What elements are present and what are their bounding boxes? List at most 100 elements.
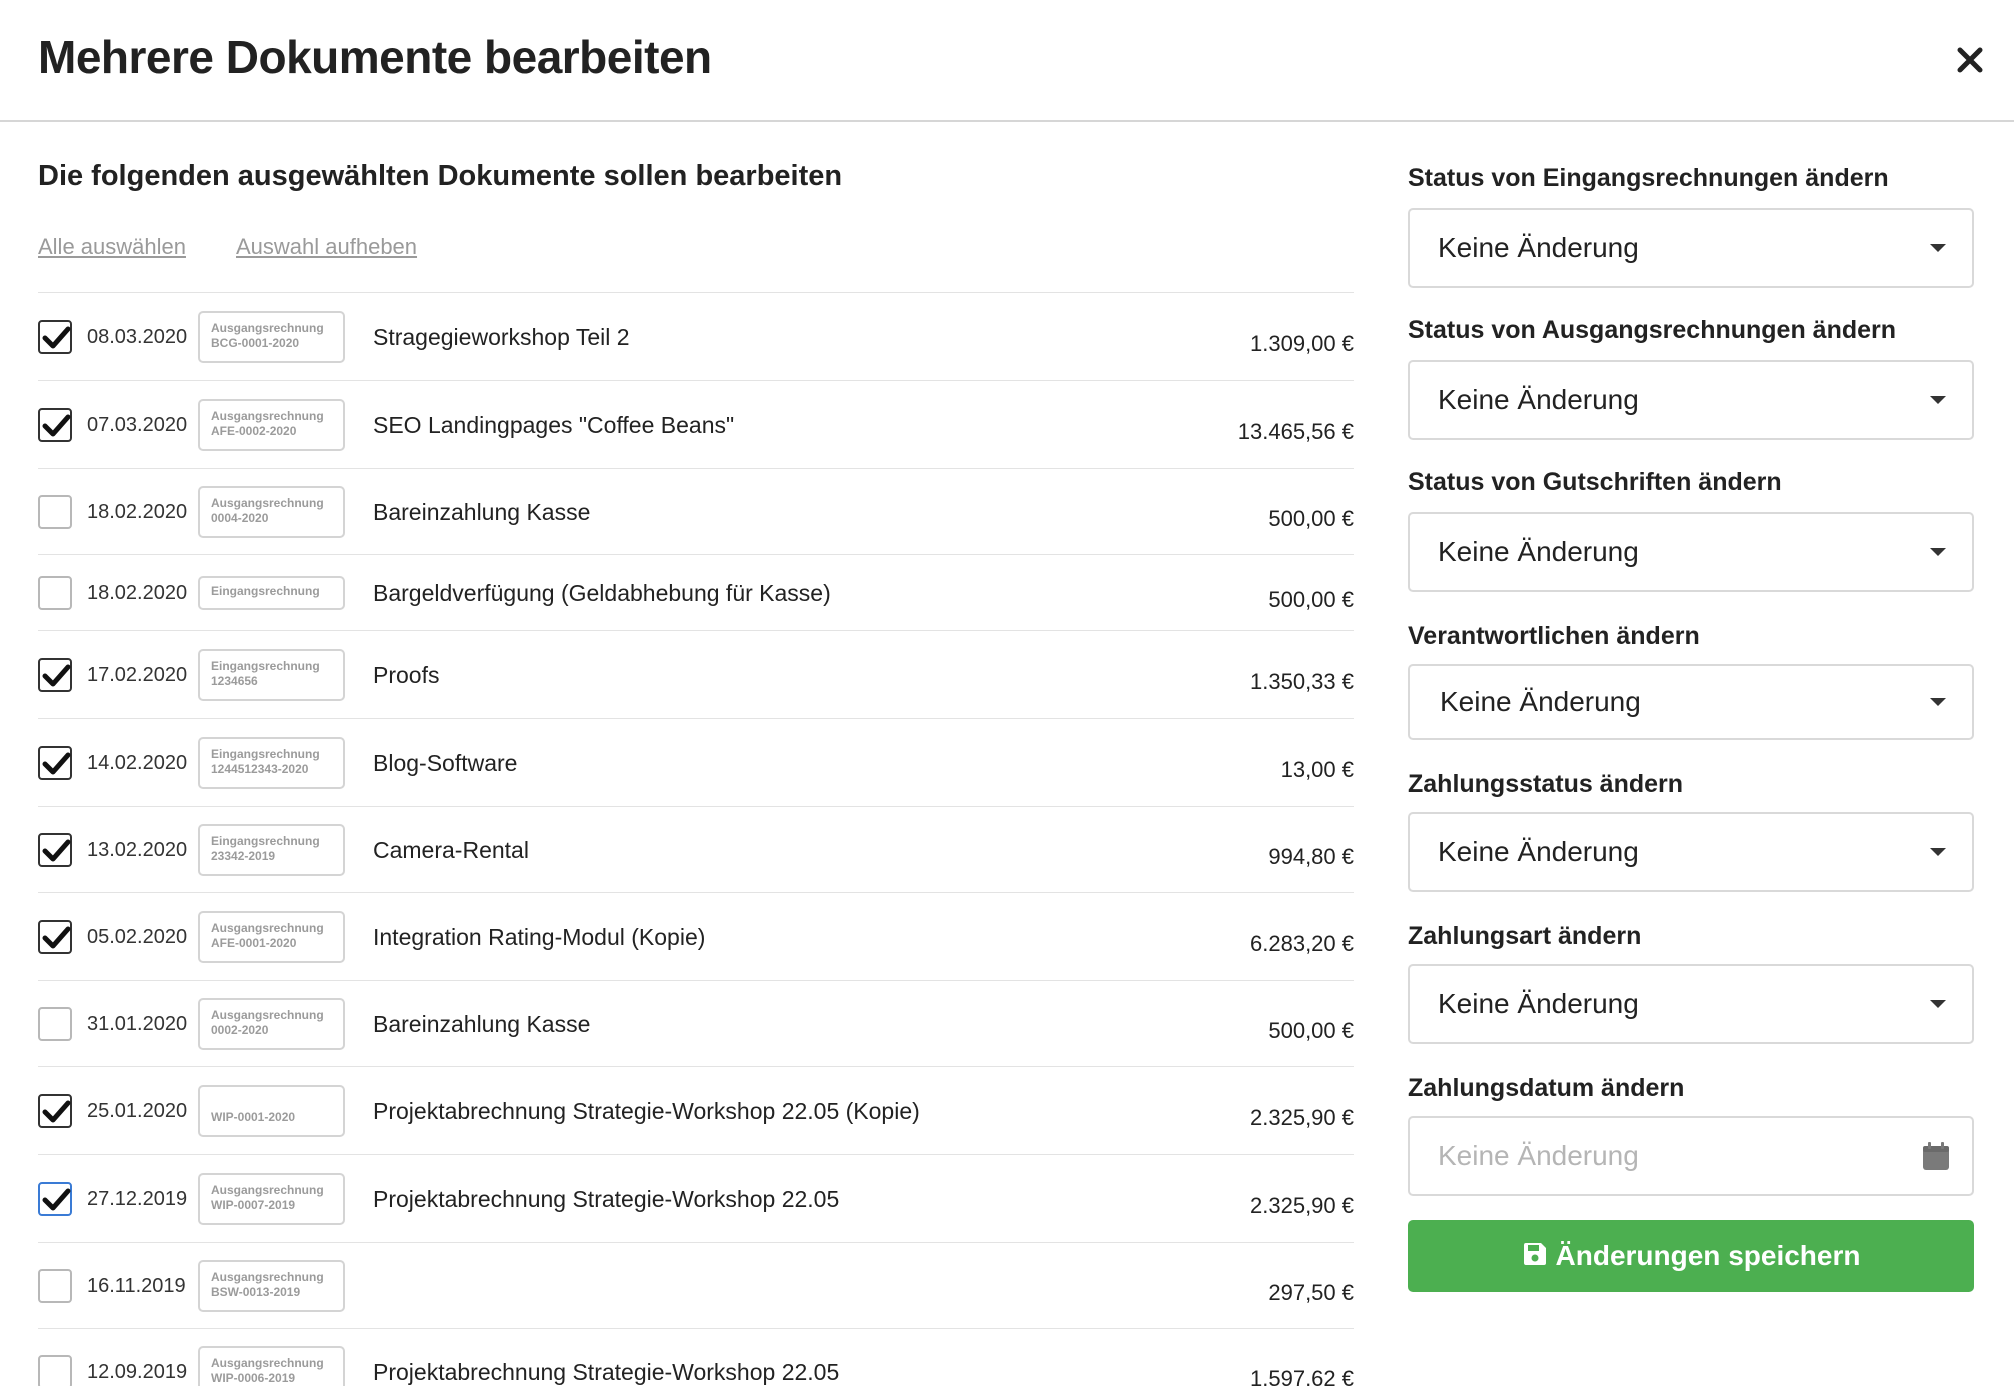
select-all-link[interactable]: Alle auswählen <box>38 234 186 260</box>
document-amount: 1.350,33 € <box>1250 668 1354 694</box>
document-date: 16.11.2019 <box>87 1274 186 1297</box>
document-checkbox[interactable] <box>38 1354 72 1386</box>
document-type: Eingangsrechnung <box>211 746 320 761</box>
document-type: Ausgangsrechnung <box>211 320 324 335</box>
document-checkbox[interactable] <box>38 919 72 954</box>
document-amount: 2.325,90 € <box>1250 1192 1354 1218</box>
document-type: Ausgangsrechnung <box>211 920 324 935</box>
document-row[interactable]: 16.11.2019 Ausgangsrechnung BSW-0013-2019 2… <box>38 1243 1354 1329</box>
document-row[interactable]: 31.01.2020 Ausgangsrechnung 0002-2020 Barei… <box>38 981 1354 1067</box>
document-title: Bareinzahlung Kasse <box>373 498 591 525</box>
payment-date-label: Zahlungsdatum ändern <box>1408 1074 1685 1102</box>
document-type-badge: Eingangsrechnung <box>198 575 345 610</box>
document-row[interactable]: 25.01.2020 WIP-0001-2020 Projektabrechnun… <box>38 1067 1354 1155</box>
document-row[interactable]: 18.02.2020 Eingangsrechnung Bargeldverfügu… <box>38 555 1354 631</box>
document-title: Projektabrechnung Strategie-Workshop 22.… <box>373 1097 920 1124</box>
document-checkbox[interactable] <box>38 1093 72 1128</box>
document-number: 0004-2020 <box>211 510 269 525</box>
document-row[interactable]: 07.03.2020 Ausgangsrechnung AFE-0002-2020 S… <box>38 381 1354 469</box>
outgoing-status-select[interactable]: Keine Änderung <box>1408 360 1974 440</box>
document-row[interactable]: 18.02.2020 Ausgangsrechnung 0004-2020 Barei… <box>38 469 1354 555</box>
document-date: 17.02.2020 <box>87 663 188 686</box>
incoming-status-select[interactable]: Keine Änderung <box>1408 208 1974 288</box>
document-date: 27.12.2019 <box>87 1187 188 1210</box>
document-type-badge: Eingangsrechnung 1234656 <box>198 648 345 701</box>
document-checkbox[interactable] <box>38 575 72 610</box>
document-list: 08.03.2020 Ausgangsrechnung BCG-0001-2020 S… <box>38 292 1354 1386</box>
document-number: 23342-2019 <box>211 848 276 863</box>
document-row[interactable]: 12.09.2019 Ausgangsrechnung WIP-0006-2019 P… <box>38 1329 1354 1386</box>
payment-method-select[interactable]: Keine Änderung <box>1408 964 1974 1044</box>
close-button[interactable] <box>1950 40 1990 80</box>
document-row[interactable]: 27.12.2019 Ausgangsrechnung WIP-0007-2019 P… <box>38 1155 1354 1243</box>
document-type: Eingangsrechnung <box>211 658 320 673</box>
document-checkbox[interactable] <box>38 657 72 692</box>
document-type-badge: Eingangsrechnung 23342-2019 <box>198 823 345 876</box>
credit-status-value: Keine Änderung <box>1438 536 1639 567</box>
document-title: Projektabrechnung Strategie-Workshop 22.… <box>373 1185 840 1212</box>
document-row[interactable]: 05.02.2020 Ausgangsrechnung AFE-0001-2020 I… <box>38 893 1354 981</box>
document-checkbox[interactable] <box>38 494 72 529</box>
check-icon <box>42 926 71 948</box>
save-icon <box>1523 1242 1546 1265</box>
document-checkbox[interactable] <box>38 1181 72 1216</box>
document-title: Blog-Software <box>373 749 518 776</box>
payment-date-input[interactable] <box>1408 1116 1974 1196</box>
document-date: 18.02.2020 <box>87 581 188 604</box>
deselect-all-link[interactable]: Auswahl aufheben <box>236 234 417 260</box>
document-amount: 500,00 € <box>1268 586 1354 612</box>
document-amount: 1.597,62 € <box>1250 1365 1354 1386</box>
responsible-value: Keine Änderung <box>1440 686 1641 717</box>
caret-down-icon <box>1930 396 1946 404</box>
document-row[interactable]: 17.02.2020 Eingangsrechnung 1234656 Proofs 1… <box>38 631 1354 719</box>
document-type-badge: Ausgangsrechnung WIP-0006-2019 <box>198 1345 345 1386</box>
close-icon <box>1957 47 1983 73</box>
document-checkbox[interactable] <box>38 1268 72 1303</box>
document-row[interactable]: 14.02.2020 Eingangsrechnung 1244512343-202… <box>38 719 1354 807</box>
document-checkbox[interactable] <box>38 832 72 867</box>
document-date: 07.03.2020 <box>87 413 188 436</box>
document-title: SEO Landingpages "Coffee Beans" <box>373 411 735 438</box>
caret-down-icon <box>1930 1000 1946 1008</box>
check-icon <box>42 414 71 436</box>
document-type-badge: Ausgangsrechnung AFE-0002-2020 <box>198 398 345 451</box>
document-amount: 297,50 € <box>1268 1279 1354 1305</box>
document-amount: 1.309,00 € <box>1250 330 1354 356</box>
document-amount: 13.465,56 € <box>1237 418 1354 444</box>
document-date: 25.01.2020 <box>87 1099 188 1122</box>
calendar-icon[interactable] <box>1922 1141 1950 1171</box>
responsible-label: Verantwortlichen ändern <box>1408 622 1700 650</box>
document-type: Ausgangsrechnung <box>211 1182 324 1197</box>
credit-status-select[interactable]: Keine Änderung <box>1408 512 1974 592</box>
payment-status-select[interactable]: Keine Änderung <box>1408 812 1974 892</box>
check-icon <box>42 1188 71 1210</box>
document-checkbox[interactable] <box>38 319 72 354</box>
document-type: Ausgangsrechnung <box>211 1355 324 1370</box>
document-number: BCG-0001-2020 <box>211 335 300 350</box>
document-checkbox[interactable] <box>38 407 72 442</box>
document-row[interactable]: 08.03.2020 Ausgangsrechnung BCG-0001-2020 S… <box>38 293 1354 381</box>
check-icon <box>42 1100 71 1122</box>
document-type-badge: Ausgangsrechnung BSW-0013-2019 <box>198 1259 345 1312</box>
document-title: Bareinzahlung Kasse <box>373 1010 591 1037</box>
save-changes-label: Änderungen speichern <box>1555 1240 1861 1271</box>
outgoing-status-label: Status von Ausgangsrechnungen ändern <box>1408 316 1897 344</box>
document-title: Stragegieworkshop Teil 2 <box>373 323 630 350</box>
incoming-status-label: Status von Eingangsrechnungen ändern <box>1408 164 1889 192</box>
document-checkbox[interactable] <box>38 745 72 780</box>
outgoing-status-value: Keine Änderung <box>1438 384 1639 415</box>
document-date: 05.02.2020 <box>87 925 188 948</box>
document-number: 1244512343-2020 <box>211 761 309 776</box>
document-amount: 13,00 € <box>1280 756 1354 782</box>
check-icon <box>42 664 71 686</box>
incoming-status-value: Keine Änderung <box>1438 232 1639 263</box>
document-number: AFE-0001-2020 <box>211 935 297 950</box>
document-type-badge: Ausgangsrechnung AFE-0001-2020 <box>198 910 345 963</box>
document-checkbox[interactable] <box>38 1006 72 1041</box>
modal-title: Mehrere Dokumente bearbeiten <box>38 31 712 83</box>
responsible-select[interactable]: Keine Änderung <box>1408 664 1974 740</box>
document-row[interactable]: 13.02.2020 Eingangsrechnung 23342-2019 Came… <box>38 807 1354 893</box>
document-number: 1234656 <box>211 673 258 688</box>
document-type: Ausgangsrechnung <box>211 408 324 423</box>
save-changes-button[interactable]: Änderungen speichern <box>1408 1220 1974 1292</box>
